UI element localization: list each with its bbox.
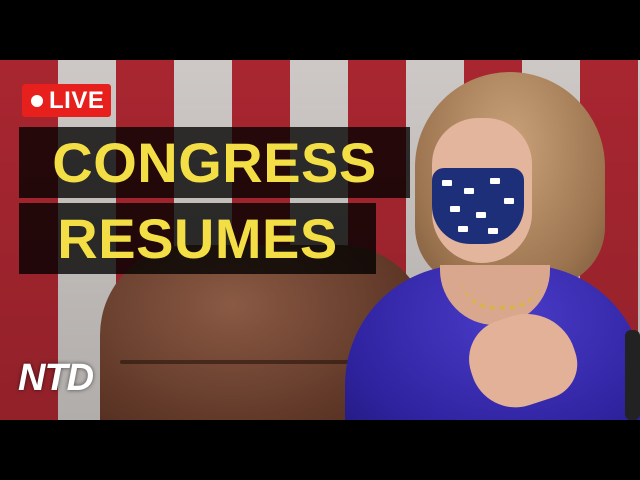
mask-pattern [458, 226, 468, 232]
ntd-logo-text: NTD [18, 356, 94, 399]
mask-pattern [488, 228, 498, 234]
microphone [625, 330, 640, 420]
headline-text-2: RESUMES [57, 207, 338, 270]
face-mask [432, 168, 524, 244]
video-thumbnail[interactable]: LIVE CONGRESS RESUMES NTD [0, 0, 640, 480]
live-label: LIVE [49, 86, 105, 114]
ntd-logo: NTD [18, 356, 110, 400]
headline-text-1: CONGRESS [52, 131, 377, 194]
mask-pattern [476, 212, 486, 218]
mask-pattern [450, 206, 460, 212]
mask-pattern [504, 198, 514, 204]
live-dot-icon [31, 94, 43, 107]
mask-pattern [490, 178, 500, 184]
mask-pattern [442, 180, 452, 186]
live-badge: LIVE [22, 84, 111, 117]
headline-line-2: RESUMES [19, 203, 376, 274]
headline-line-1: CONGRESS [19, 127, 410, 198]
mask-pattern [464, 188, 474, 194]
